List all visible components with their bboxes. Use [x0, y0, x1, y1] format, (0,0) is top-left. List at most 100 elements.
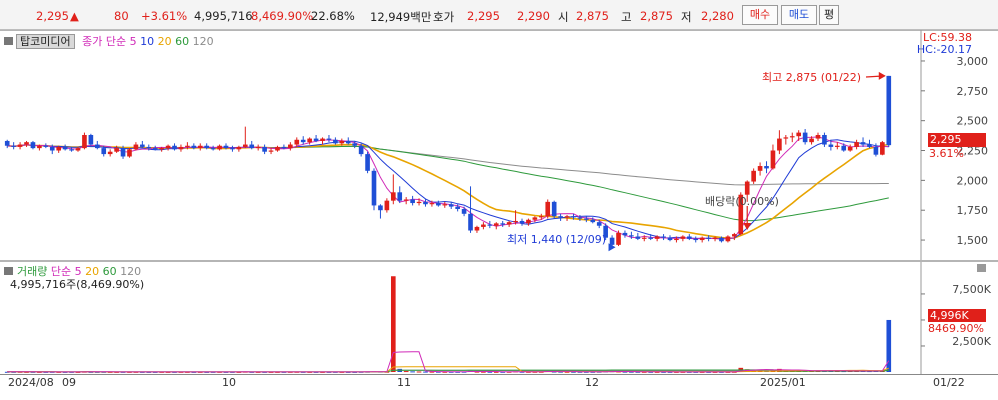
candle-body	[88, 134, 94, 145]
candle-body	[796, 132, 802, 137]
x-label: 2024/08	[8, 376, 54, 389]
candle-body	[62, 146, 68, 150]
candle-body	[571, 216, 576, 218]
hoga-sell: 2,295	[467, 9, 500, 23]
candle-body	[699, 237, 705, 241]
candle-body	[764, 166, 769, 169]
candle-body	[519, 220, 525, 224]
candle-body	[294, 139, 300, 145]
candle-body	[577, 217, 583, 219]
candle-body	[223, 145, 229, 149]
toolbar-icons-strip[interactable]	[620, 392, 920, 400]
low-label: 저	[681, 10, 692, 24]
dividend-annotation: 배당락(0.00%)	[705, 195, 779, 208]
candle-body	[365, 154, 370, 171]
candle-body	[268, 150, 274, 152]
candle-body	[860, 142, 866, 145]
candle-body	[719, 237, 724, 242]
candle-body	[461, 209, 467, 214]
candle-body	[230, 148, 235, 150]
candle-body	[30, 142, 36, 149]
candle-body	[436, 203, 441, 206]
candle-body	[487, 224, 493, 226]
price-ytick-label: 1,750	[957, 204, 989, 217]
candle-body	[210, 148, 216, 150]
candle-body	[777, 138, 782, 151]
volume-chart	[4, 262, 925, 374]
price-ytick-label: 1,500	[957, 234, 989, 247]
candle-body	[24, 142, 29, 145]
quote-bar: 2,295 ▲ 80 +3.61% 4,995,716 8,469.90% 22…	[0, 0, 998, 30]
extra-button[interactable]: 평	[819, 5, 839, 25]
change-amount: 80	[114, 9, 129, 23]
candle-body	[140, 144, 145, 147]
candle-body	[545, 201, 551, 217]
candle-body	[596, 222, 602, 226]
candle-body	[4, 140, 10, 146]
candle-body	[558, 216, 563, 218]
candle-body	[448, 204, 454, 207]
candle-body	[725, 236, 731, 242]
candle-body	[667, 237, 673, 241]
candle-body	[82, 134, 87, 149]
x-label: 11	[397, 376, 411, 389]
buy-button[interactable]: 매수	[742, 5, 778, 25]
candle-body	[49, 146, 55, 151]
candle-body	[236, 146, 242, 150]
candle-body	[847, 146, 853, 151]
candle-body	[217, 145, 222, 150]
candle-body	[474, 226, 480, 231]
candle-body	[455, 206, 460, 210]
vol-ma20-line	[7, 366, 889, 373]
candle-body	[390, 192, 396, 201]
candle-body	[403, 199, 409, 201]
candle-body	[197, 145, 203, 149]
candle-body	[333, 139, 338, 144]
candle-body	[371, 170, 377, 206]
candle-body	[873, 146, 879, 155]
candle-body	[629, 235, 634, 237]
high-label: 고	[621, 10, 632, 24]
open-price: 2,875	[576, 9, 609, 23]
sell-button[interactable]: 매도	[781, 5, 817, 25]
candle-body	[397, 192, 403, 201]
candle-body	[616, 232, 621, 245]
dividend-arrow-head	[743, 223, 752, 230]
candle-body	[43, 145, 49, 147]
low-price: 2,280	[701, 9, 734, 23]
price-ytick-label: 2,500	[957, 115, 989, 128]
vol-ytick: 2,500K	[952, 335, 991, 348]
candle-body	[204, 145, 210, 149]
candle-body	[94, 144, 100, 149]
hoga-label: 호가	[433, 10, 455, 24]
candle-body	[564, 216, 570, 218]
candle-body	[770, 150, 776, 169]
candle-body	[442, 204, 448, 206]
candle-body	[410, 199, 415, 204]
ma10-line	[7, 139, 889, 240]
candle-body	[674, 238, 679, 241]
high-arrow-head	[878, 71, 886, 80]
high-price: 2,875	[640, 9, 673, 23]
x-label: 01/22	[933, 376, 965, 389]
candle-body	[75, 148, 81, 151]
candle-body	[680, 236, 686, 239]
candle-body	[423, 201, 428, 205]
candle-body	[114, 148, 119, 152]
vol-ma5-line	[7, 351, 890, 373]
volume-bar	[416, 371, 422, 373]
candle-body	[789, 136, 795, 138]
candle-body	[526, 219, 531, 224]
candle-body	[609, 237, 615, 245]
candle-body	[551, 201, 557, 217]
candle-body	[686, 236, 692, 239]
candle-body	[661, 236, 666, 238]
candle-body	[255, 146, 261, 149]
candle-body	[584, 218, 589, 220]
x-label: 12	[585, 376, 599, 389]
candle-body	[172, 145, 177, 150]
candle-body	[281, 146, 287, 149]
candle-body	[757, 166, 763, 171]
x-label: 2025/01	[760, 376, 806, 389]
candle-body	[152, 148, 158, 150]
